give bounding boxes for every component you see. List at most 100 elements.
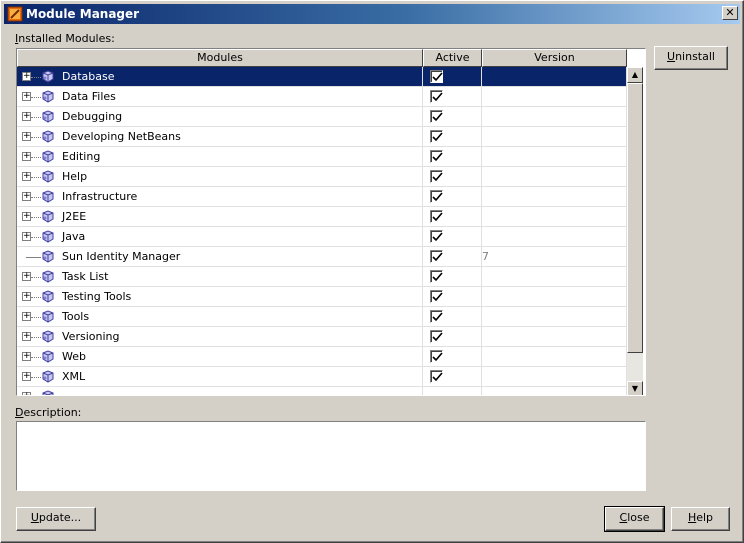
help-button[interactable]: Help [671,507,730,531]
active-checkbox[interactable] [430,250,443,263]
version-cell [482,387,627,395]
description-label: Description: [15,406,81,419]
table-row[interactable]: + Tools [17,307,627,327]
expand-icon[interactable]: + [22,332,31,341]
expand-icon[interactable]: + [22,112,31,121]
active-cell [423,247,482,267]
expand-icon[interactable]: + [22,192,31,201]
close-button[interactable]: Close [604,506,665,532]
active-checkbox[interactable] [430,290,443,303]
table-row[interactable]: + Help [17,167,627,187]
module-name: Infrastructure [62,190,138,203]
table-row[interactable]: + Developing NetBeans [17,127,627,147]
expand-icon[interactable]: + [22,72,31,81]
table-row[interactable]: + Database [17,67,627,87]
table-row[interactable]: + XML [17,367,627,387]
expand-icon[interactable]: + [22,232,31,241]
version-cell [482,127,627,147]
module-name: Versioning [62,330,120,343]
active-checkbox[interactable] [430,270,443,283]
active-checkbox[interactable] [430,350,443,363]
expand-icon[interactable]: + [22,92,31,101]
active-checkbox[interactable] [430,90,443,103]
scroll-down-icon[interactable]: ▼ [627,381,643,395]
active-checkbox[interactable] [430,230,443,243]
module-cell[interactable]: + [17,387,423,395]
column-header-version[interactable]: Version [482,49,627,67]
update-mnemonic: U [30,511,39,524]
module-cell[interactable]: + Editing [17,147,423,167]
table-row[interactable]: + Testing Tools [17,287,627,307]
title-bar[interactable]: Module Manager ✕ [4,4,740,24]
table-row[interactable]: + Web [17,347,627,367]
table-row[interactable]: + Task List [17,267,627,287]
active-checkbox[interactable] [430,210,443,223]
module-cell[interactable]: + Infrastructure [17,187,423,207]
version-cell [482,347,627,367]
module-cell[interactable]: + Testing Tools [17,287,423,307]
module-cell[interactable]: Sun Identity Manager [17,247,423,267]
expand-icon[interactable]: + [22,272,31,281]
module-cell[interactable]: + Debugging [17,107,423,127]
expand-icon[interactable]: + [22,352,31,361]
module-cell[interactable]: + Tools [17,307,423,327]
module-cell[interactable]: + XML [17,367,423,387]
uninstall-mnemonic: U [667,50,676,63]
close-icon[interactable]: ✕ [722,6,738,20]
table-row[interactable]: + Versioning [17,327,627,347]
module-manager-dialog: Module Manager ✕ Installed Modules: Modu… [0,0,744,543]
table-row[interactable]: Sun Identity Manager 7 [17,247,627,267]
module-cell[interactable]: + Versioning [17,327,423,347]
expand-icon[interactable]: + [22,152,31,161]
module-cell[interactable]: + J2EE [17,207,423,227]
vertical-scrollbar[interactable]: ▲ ▼ [627,67,643,395]
version-cell [482,67,627,87]
expand-icon[interactable]: + [22,132,31,141]
active-checkbox[interactable] [430,70,443,83]
module-cell[interactable]: + Web [17,347,423,367]
module-cell[interactable]: + Database [17,67,423,87]
active-checkbox[interactable] [430,190,443,203]
module-icon [40,349,56,365]
expand-icon[interactable]: + [22,392,31,395]
expand-icon[interactable]: + [22,372,31,381]
expand-icon[interactable]: + [22,292,31,301]
table-row[interactable]: + Debugging [17,107,627,127]
module-icon [40,369,56,385]
module-cell[interactable]: + Task List [17,267,423,287]
table-row[interactable]: + Infrastructure [17,187,627,207]
expand-icon[interactable]: + [22,312,31,321]
active-checkbox[interactable] [430,330,443,343]
table-row[interactable]: + Java [17,227,627,247]
table-row[interactable]: + J2EE [17,207,627,227]
update-button[interactable]: Update... [16,507,96,531]
module-cell[interactable]: + Developing NetBeans [17,127,423,147]
module-icon [40,209,56,225]
active-cell [423,227,482,247]
active-checkbox[interactable] [430,310,443,323]
table-row[interactable]: + Data Files [17,87,627,107]
active-cell [423,187,482,207]
version-cell [482,107,627,127]
module-cell[interactable]: + Java [17,227,423,247]
module-cell[interactable]: + Data Files [17,87,423,107]
scroll-up-icon[interactable]: ▲ [627,67,643,83]
active-checkbox[interactable] [430,370,443,383]
module-cell[interactable]: + Help [17,167,423,187]
table-row[interactable]: + [17,387,627,395]
scroll-thumb[interactable] [627,83,643,353]
expand-icon[interactable]: + [22,212,31,221]
active-cell [423,67,482,87]
active-cell [423,307,482,327]
column-header-active[interactable]: Active [423,49,482,67]
description-area[interactable] [16,421,646,491]
active-checkbox[interactable] [430,110,443,123]
table-row[interactable]: + Editing [17,147,627,167]
expand-icon[interactable]: + [22,172,31,181]
column-header-modules[interactable]: Modules [17,49,423,67]
active-checkbox[interactable] [430,150,443,163]
active-cell [423,387,482,395]
active-checkbox[interactable] [430,130,443,143]
active-checkbox[interactable] [430,170,443,183]
uninstall-button[interactable]: Uninstall [654,46,728,70]
